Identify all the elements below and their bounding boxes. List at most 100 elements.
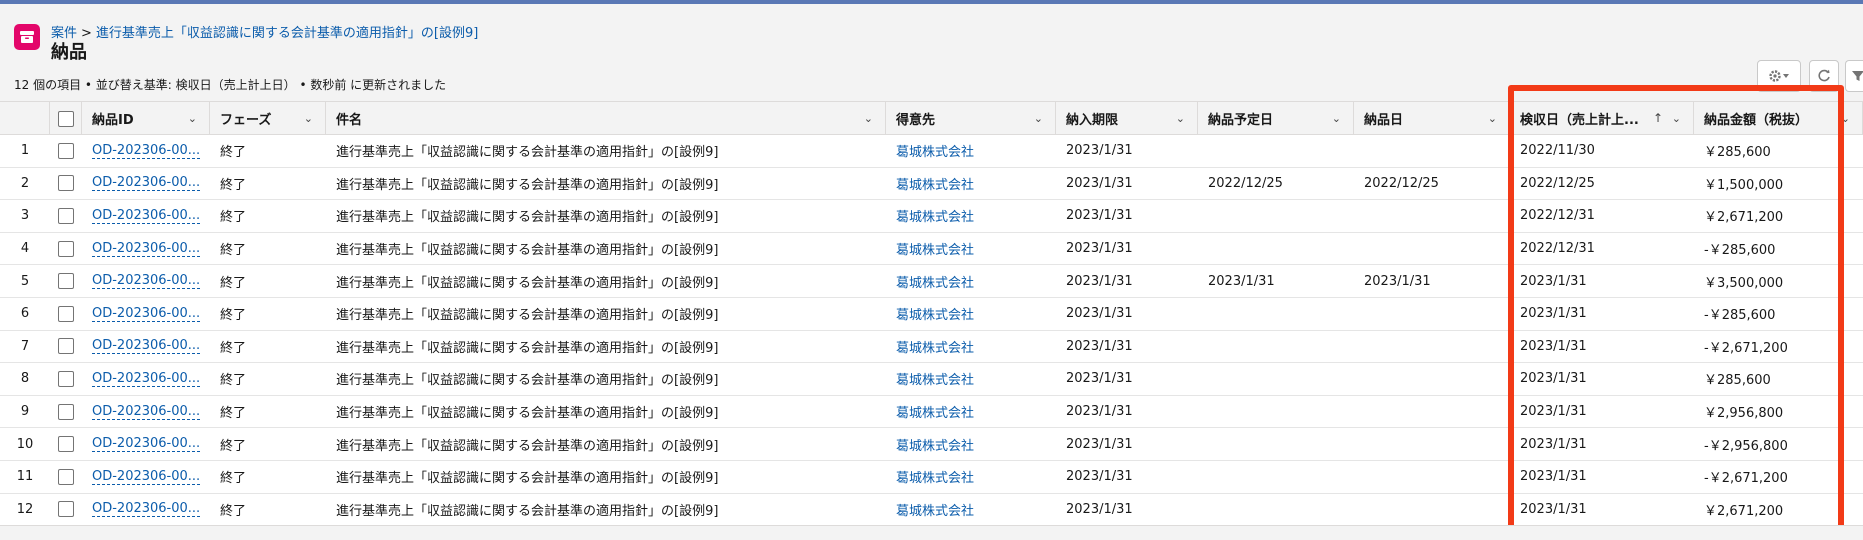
delivery-id-link[interactable]: OD-202306-00... — [92, 273, 201, 290]
table-footer-bar — [0, 525, 1863, 540]
refresh-button[interactable] — [1809, 60, 1839, 92]
customer-link[interactable]: 葛城株式会社 — [886, 200, 1056, 232]
chevron-down-icon[interactable]: ⌄ — [1841, 112, 1850, 125]
customer-link[interactable]: 葛城株式会社 — [886, 265, 1056, 297]
subject-cell: 進行基準売上「収益認識に関する会計基準の適用指針」の[設例9] — [336, 145, 719, 161]
column-header-subject[interactable]: 件名 ⌄ — [326, 102, 886, 135]
deadline-cell: 2023/1/31 — [1066, 273, 1133, 289]
delivery-id-cell: OD-202306-00... — [82, 298, 210, 330]
phase-cell: 終了 — [220, 308, 247, 324]
table-body: 1 OD-202306-00... 終了 進行基準売上「収益認識に関する会計基準の適用… — [0, 135, 1863, 527]
row-checkbox[interactable] — [58, 175, 74, 192]
customer-link[interactable]: 葛城株式会社 — [886, 363, 1056, 395]
delivery-id-cell: OD-202306-00... — [82, 331, 210, 363]
chevron-down-icon[interactable]: ⌄ — [864, 112, 873, 125]
column-header-deadline[interactable]: 納入期限 ⌄ — [1056, 102, 1198, 135]
chevron-down-icon[interactable]: ⌄ — [1332, 112, 1341, 125]
row-number: 7 — [20, 338, 30, 354]
row-number: 1 — [20, 143, 30, 159]
delivery-id-link[interactable]: OD-202306-00... — [92, 143, 201, 159]
planned-cell — [1198, 200, 1354, 232]
delivery-id-link[interactable]: OD-202306-00... — [92, 208, 201, 224]
sort-ascending-icon: ↑ — [1652, 111, 1663, 125]
column-header-planned-date[interactable]: 納品予定日 ⌄ — [1198, 102, 1354, 135]
customer-link[interactable]: 葛城株式会社 — [886, 494, 1056, 526]
amount-cell: -￥2,671,200 — [1704, 471, 1788, 487]
table-row: 5 OD-202306-00... 終了 進行基準売上「収益認識に関する会計基準の適用… — [0, 265, 1863, 298]
deadline-cell: 2023/1/31 — [1066, 469, 1133, 485]
customer-link[interactable]: 葛城株式会社 — [886, 461, 1056, 493]
row-select-cell — [50, 233, 82, 265]
delivery-id-link[interactable]: OD-202306-00... — [92, 306, 201, 322]
accepted-cell: 2023/1/31 — [1520, 371, 1587, 387]
column-header-acceptance-date[interactable]: 検収日（売上計上... ↑ ⌄ — [1510, 102, 1694, 135]
chevron-down-icon[interactable]: ⌄ — [1672, 112, 1681, 125]
delivery-id-cell: OD-202306-00... — [82, 233, 210, 265]
delivery-id-link[interactable]: OD-202306-00... — [92, 436, 201, 453]
gear-icon — [1769, 70, 1789, 82]
subject-cell: 進行基準売上「収益認識に関する会計基準の適用指針」の[設例9] — [336, 503, 719, 519]
delivery-id-link[interactable]: OD-202306-00... — [92, 371, 201, 387]
breadcrumb-current-link[interactable]: 進行基準売上「収益認識に関する会計基準の適用指針」の[設例9] — [96, 26, 478, 41]
column-header-customer[interactable]: 得意先 ⌄ — [886, 102, 1056, 135]
row-select-cell — [50, 298, 82, 330]
customer-link[interactable]: 葛城株式会社 — [886, 135, 1056, 167]
list-settings-button[interactable] — [1757, 60, 1801, 92]
chevron-down-icon[interactable]: ⌄ — [304, 112, 313, 125]
planned-cell: 2023/1/31 — [1208, 273, 1275, 289]
delivery-id-link[interactable]: OD-202306-00... — [92, 338, 201, 355]
row-checkbox[interactable] — [58, 468, 74, 485]
row-checkbox[interactable] — [58, 273, 74, 290]
delivery-id-link[interactable]: OD-202306-00... — [92, 469, 201, 485]
customer-link[interactable]: 葛城株式会社 — [886, 298, 1056, 330]
row-number: 11 — [16, 469, 34, 485]
amount-cell: ￥285,600 — [1704, 373, 1771, 389]
customer-link[interactable]: 葛城株式会社 — [886, 428, 1056, 460]
column-header-amount[interactable]: 納品金額（税抜） ⌄ — [1694, 102, 1863, 135]
row-checkbox[interactable] — [58, 142, 74, 159]
delivery-id-link[interactable]: OD-202306-00... — [92, 501, 201, 518]
customer-link[interactable]: 葛城株式会社 — [886, 396, 1056, 428]
planned-cell — [1198, 494, 1354, 526]
row-checkbox[interactable] — [58, 370, 74, 387]
customer-link[interactable]: 葛城株式会社 — [886, 168, 1056, 200]
phase-cell: 終了 — [220, 471, 247, 487]
customer-link[interactable]: 葛城株式会社 — [886, 331, 1056, 363]
column-header-phase[interactable]: フェーズ ⌄ — [210, 102, 326, 135]
delivery-id-link[interactable]: OD-202306-00... — [92, 241, 201, 257]
customer-link[interactable]: 葛城株式会社 — [886, 233, 1056, 265]
row-checkbox[interactable] — [58, 240, 74, 257]
column-header-label: 納品金額（税抜） — [1704, 113, 1809, 128]
phase-cell: 終了 — [220, 275, 247, 291]
row-checkbox[interactable] — [58, 207, 74, 224]
subject-cell: 進行基準売上「収益認識に関する会計基準の適用指針」の[設例9] — [336, 373, 719, 389]
select-all-checkbox[interactable] — [57, 110, 74, 127]
column-header-label: 検収日（売上計上... — [1520, 113, 1639, 128]
amount-cell: ￥285,600 — [1704, 145, 1771, 161]
planned-cell — [1198, 331, 1354, 363]
column-header-label: 納入期限 — [1066, 113, 1119, 128]
row-checkbox[interactable] — [58, 403, 74, 420]
delivered-cell — [1354, 428, 1510, 460]
delivery-id-link[interactable]: OD-202306-00... — [92, 175, 201, 192]
chevron-down-icon[interactable]: ⌄ — [1488, 112, 1497, 125]
planned-cell — [1198, 428, 1354, 460]
row-select-cell — [50, 363, 82, 395]
chevron-down-icon[interactable]: ⌄ — [1034, 112, 1043, 125]
phase-cell: 終了 — [220, 340, 247, 356]
row-checkbox[interactable] — [58, 436, 74, 453]
row-checkbox[interactable] — [58, 338, 74, 355]
accepted-cell: 2023/1/31 — [1520, 501, 1587, 517]
table-row: 8 OD-202306-00... 終了 進行基準売上「収益認識に関する会計基準の適用… — [0, 363, 1863, 396]
row-checkbox[interactable] — [58, 501, 74, 518]
planned-cell: 2022/12/25 — [1208, 175, 1283, 191]
delivery-id-link[interactable]: OD-202306-00... — [92, 404, 201, 420]
row-select-cell — [50, 135, 82, 167]
table-row: 3 OD-202306-00... 終了 進行基準売上「収益認識に関する会計基準の適用… — [0, 200, 1863, 233]
column-header-delivery-id[interactable]: 納品ID ⌄ — [82, 102, 210, 135]
column-header-delivery-date[interactable]: 納品日 ⌄ — [1354, 102, 1510, 135]
chevron-down-icon[interactable]: ⌄ — [1176, 112, 1185, 125]
row-checkbox[interactable] — [58, 305, 74, 322]
filter-button[interactable] — [1845, 60, 1863, 92]
chevron-down-icon[interactable]: ⌄ — [188, 112, 197, 125]
